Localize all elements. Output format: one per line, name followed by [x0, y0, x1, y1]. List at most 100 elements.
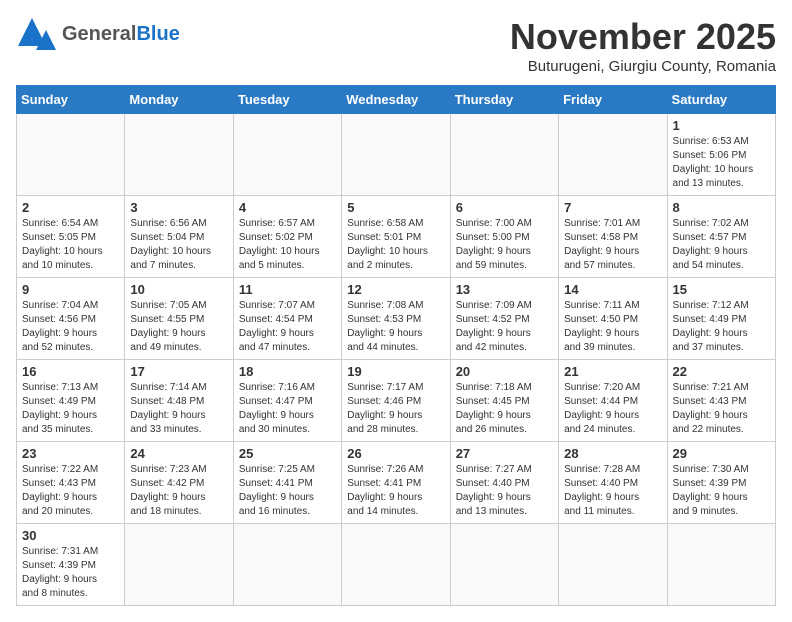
- day-info: Sunrise: 7:07 AM Sunset: 4:54 PM Dayligh…: [239, 299, 336, 355]
- day-info: Sunrise: 6:56 AM Sunset: 5:04 PM Dayligh…: [130, 217, 227, 273]
- day-number: 15: [673, 282, 770, 297]
- day-number: 29: [673, 446, 770, 461]
- day-info: Sunrise: 7:04 AM Sunset: 4:56 PM Dayligh…: [22, 299, 119, 355]
- day-info: Sunrise: 6:54 AM Sunset: 5:05 PM Dayligh…: [22, 217, 119, 273]
- day-number: 12: [347, 282, 444, 297]
- weekday-header: Monday: [125, 86, 233, 114]
- calendar-cell: [125, 114, 233, 196]
- calendar-cell: 9Sunrise: 7:04 AM Sunset: 4:56 PM Daylig…: [17, 278, 125, 360]
- day-number: 18: [239, 364, 336, 379]
- day-number: 14: [564, 282, 661, 297]
- day-number: 25: [239, 446, 336, 461]
- weekday-header-row: SundayMondayTuesdayWednesdayThursdayFrid…: [17, 86, 776, 114]
- calendar-cell: 16 Sunrise: 7:13 AM Sunset: 4:49 PM Dayli…: [17, 360, 125, 442]
- calendar-cell: [342, 114, 450, 196]
- day-info: Sunrise: 7:05 AM Sunset: 4:55 PM Dayligh…: [130, 299, 227, 355]
- calendar-cell: 1 Sunrise: 6:53 AM Sunset: 5:06 PM Daylig…: [667, 114, 775, 196]
- day-info: Sunrise: 7:11 AM Sunset: 4:50 PM Dayligh…: [564, 299, 661, 355]
- calendar-week-row: 30 Sunrise: 7:31 AM Sunset: 4:39 PM Dayli…: [17, 524, 776, 606]
- day-number: 23: [22, 446, 119, 461]
- calendar-cell: 25 Sunrise: 7:25 AM Sunset: 4:41 PM Dayli…: [233, 442, 341, 524]
- weekday-header: Sunday: [17, 86, 125, 114]
- calendar-cell: 30 Sunrise: 7:31 AM Sunset: 4:39 PM Dayli…: [17, 524, 125, 606]
- day-number: 20: [456, 364, 553, 379]
- day-info: Sunrise: 7:01 AM Sunset: 4:58 PM Dayligh…: [564, 217, 661, 273]
- calendar-cell: [17, 114, 125, 196]
- day-info: Sunrise: 7:16 AM Sunset: 4:47 PM Dayligh…: [239, 381, 336, 437]
- day-info: Sunrise: 7:20 AM Sunset: 4:44 PM Dayligh…: [564, 381, 661, 437]
- weekday-header: Thursday: [450, 86, 558, 114]
- day-info: Sunrise: 7:08 AM Sunset: 4:53 PM Dayligh…: [347, 299, 444, 355]
- calendar-cell: 17 Sunrise: 7:14 AM Sunset: 4:48 PM Dayli…: [125, 360, 233, 442]
- calendar-cell: 29 Sunrise: 7:30 AM Sunset: 4:39 PM Dayli…: [667, 442, 775, 524]
- calendar-cell: 6 Sunrise: 7:00 AM Sunset: 5:00 PM Daylig…: [450, 196, 558, 278]
- calendar-cell: 7Sunrise: 7:01 AM Sunset: 4:58 PM Daylig…: [559, 196, 667, 278]
- day-info: Sunrise: 6:57 AM Sunset: 5:02 PM Dayligh…: [239, 217, 336, 273]
- calendar-cell: 19Sunrise: 7:17 AM Sunset: 4:46 PM Dayli…: [342, 360, 450, 442]
- calendar-cell: 5Sunrise: 6:58 AM Sunset: 5:01 PM Daylig…: [342, 196, 450, 278]
- calendar-cell: 13 Sunrise: 7:09 AM Sunset: 4:52 PM Dayli…: [450, 278, 558, 360]
- day-info: Sunrise: 7:09 AM Sunset: 4:52 PM Dayligh…: [456, 299, 553, 355]
- calendar-cell: 3Sunrise: 6:56 AM Sunset: 5:04 PM Daylig…: [125, 196, 233, 278]
- day-number: 6: [456, 200, 553, 215]
- day-info: Sunrise: 7:12 AM Sunset: 4:49 PM Dayligh…: [673, 299, 770, 355]
- calendar-cell: [450, 524, 558, 606]
- day-number: 30: [22, 528, 119, 543]
- calendar-cell: 12 Sunrise: 7:08 AM Sunset: 4:53 PM Dayli…: [342, 278, 450, 360]
- day-number: 13: [456, 282, 553, 297]
- weekday-header: Wednesday: [342, 86, 450, 114]
- day-number: 17: [130, 364, 227, 379]
- calendar-cell: 21 Sunrise: 7:20 AM Sunset: 4:44 PM Dayli…: [559, 360, 667, 442]
- day-number: 16: [22, 364, 119, 379]
- calendar-cell: 27 Sunrise: 7:27 AM Sunset: 4:40 PM Dayli…: [450, 442, 558, 524]
- calendar-cell: [559, 524, 667, 606]
- title-area: November 2025 Buturugeni, Giurgiu County…: [510, 16, 776, 75]
- calendar-cell: [667, 524, 775, 606]
- logo-blue: Blue: [136, 23, 179, 45]
- day-number: 8: [673, 200, 770, 215]
- day-info: Sunrise: 7:25 AM Sunset: 4:41 PM Dayligh…: [239, 463, 336, 519]
- day-number: 10: [130, 282, 227, 297]
- calendar-cell: 26 Sunrise: 7:26 AM Sunset: 4:41 PM Dayli…: [342, 442, 450, 524]
- weekday-header: Saturday: [667, 86, 775, 114]
- day-number: 19: [347, 364, 444, 379]
- weekday-header: Tuesday: [233, 86, 341, 114]
- calendar-cell: [233, 524, 341, 606]
- header: GeneralBlue November 2025 Buturugeni, Gi…: [16, 16, 776, 75]
- calendar-cell: 18 Sunrise: 7:16 AM Sunset: 4:47 PM Dayli…: [233, 360, 341, 442]
- day-number: 1: [673, 118, 770, 133]
- day-info: Sunrise: 6:53 AM Sunset: 5:06 PM Dayligh…: [673, 135, 770, 191]
- calendar-cell: 14 Sunrise: 7:11 AM Sunset: 4:50 PM Dayli…: [559, 278, 667, 360]
- calendar-cell: 8 Sunrise: 7:02 AM Sunset: 4:57 PM Daylig…: [667, 196, 775, 278]
- day-number: 4: [239, 200, 336, 215]
- calendar-cell: [450, 114, 558, 196]
- calendar-cell: 23Sunrise: 7:22 AM Sunset: 4:43 PM Dayli…: [17, 442, 125, 524]
- day-number: 21: [564, 364, 661, 379]
- logo-general: General: [62, 23, 136, 45]
- day-info: Sunrise: 7:31 AM Sunset: 4:39 PM Dayligh…: [22, 545, 119, 601]
- calendar-cell: 24Sunrise: 7:23 AM Sunset: 4:42 PM Dayli…: [125, 442, 233, 524]
- calendar-week-row: 1 Sunrise: 6:53 AM Sunset: 5:06 PM Daylig…: [17, 114, 776, 196]
- day-info: Sunrise: 7:14 AM Sunset: 4:48 PM Dayligh…: [130, 381, 227, 437]
- day-info: Sunrise: 7:00 AM Sunset: 5:00 PM Dayligh…: [456, 217, 553, 273]
- calendar-cell: [125, 524, 233, 606]
- day-info: Sunrise: 7:02 AM Sunset: 4:57 PM Dayligh…: [673, 217, 770, 273]
- calendar-cell: 22Sunrise: 7:21 AM Sunset: 4:43 PM Dayli…: [667, 360, 775, 442]
- day-info: Sunrise: 7:18 AM Sunset: 4:45 PM Dayligh…: [456, 381, 553, 437]
- calendar-cell: 11 Sunrise: 7:07 AM Sunset: 4:54 PM Dayli…: [233, 278, 341, 360]
- day-info: Sunrise: 7:30 AM Sunset: 4:39 PM Dayligh…: [673, 463, 770, 519]
- day-info: Sunrise: 7:26 AM Sunset: 4:41 PM Dayligh…: [347, 463, 444, 519]
- day-info: Sunrise: 7:28 AM Sunset: 4:40 PM Dayligh…: [564, 463, 661, 519]
- calendar-cell: 2Sunrise: 6:54 AM Sunset: 5:05 PM Daylig…: [17, 196, 125, 278]
- day-info: Sunrise: 7:21 AM Sunset: 4:43 PM Dayligh…: [673, 381, 770, 437]
- day-info: Sunrise: 7:27 AM Sunset: 4:40 PM Dayligh…: [456, 463, 553, 519]
- calendar-cell: [233, 114, 341, 196]
- day-info: Sunrise: 7:13 AM Sunset: 4:49 PM Dayligh…: [22, 381, 119, 437]
- day-number: 26: [347, 446, 444, 461]
- day-number: 28: [564, 446, 661, 461]
- day-number: 11: [239, 282, 336, 297]
- logo-icon: [16, 16, 58, 52]
- calendar-cell: [559, 114, 667, 196]
- day-number: 27: [456, 446, 553, 461]
- calendar-cell: 15 Sunrise: 7:12 AM Sunset: 4:49 PM Dayli…: [667, 278, 775, 360]
